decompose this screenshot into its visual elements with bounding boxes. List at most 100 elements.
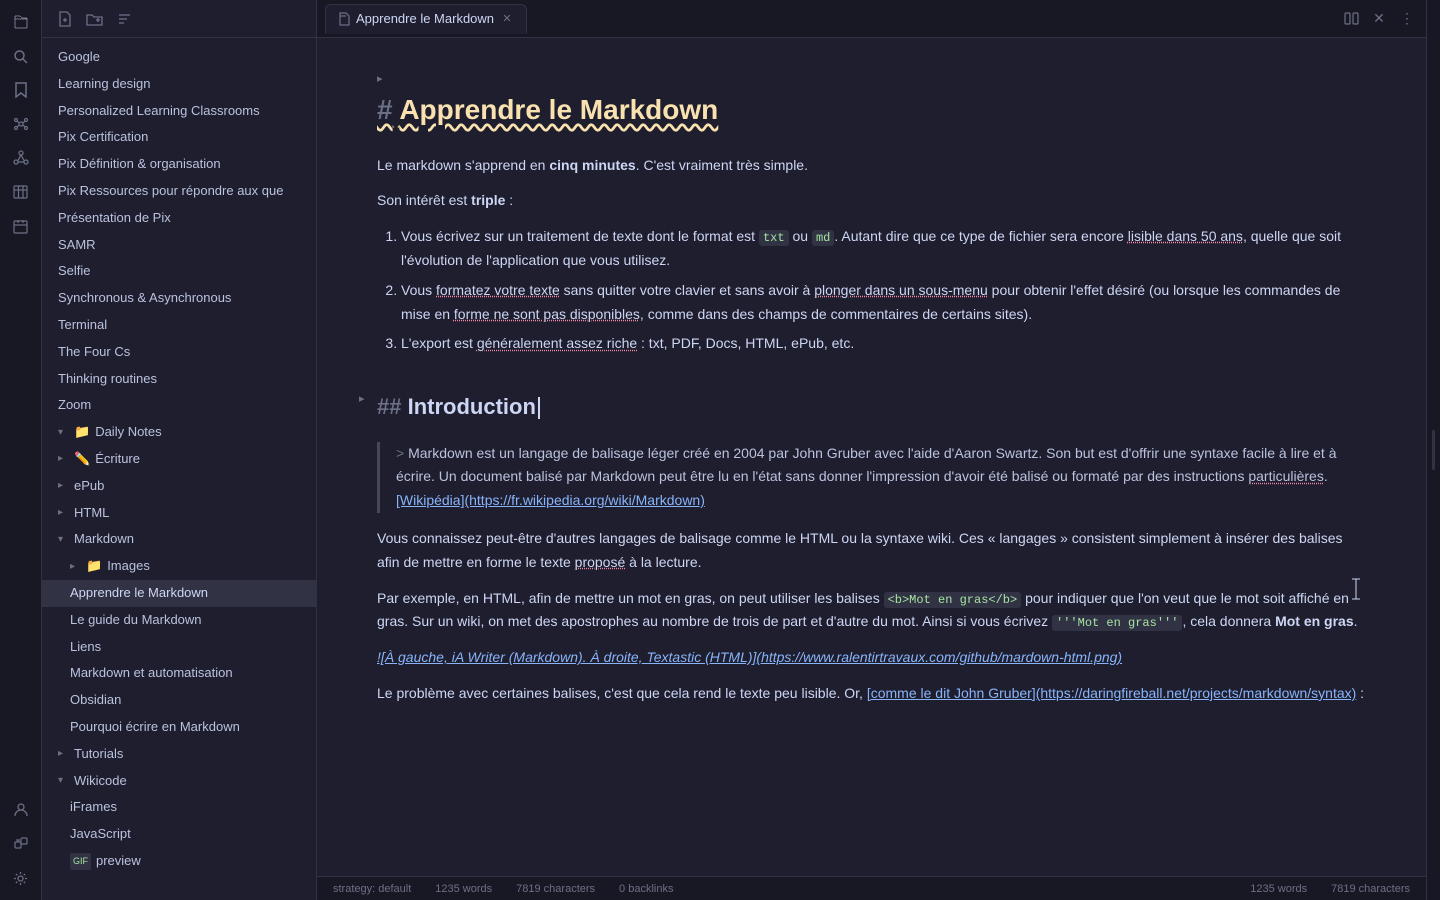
sidebar-item-wikicode[interactable]: ▾ Wikicode xyxy=(42,768,316,795)
list-item: Vous écrivez sur un traitement de texte … xyxy=(401,225,1366,273)
sidebar-item-pix-definition[interactable]: Pix Définition & organisation xyxy=(42,151,316,178)
settings-icon[interactable] xyxy=(7,864,35,892)
plugin-icon[interactable] xyxy=(7,830,35,858)
feature-list: Vous écrivez sur un traitement de texte … xyxy=(401,225,1366,356)
close-button[interactable]: ✕ xyxy=(1368,8,1390,30)
h1-prefix: # xyxy=(377,94,393,125)
sidebar-item-apprendre-markdown[interactable]: Apprendre le Markdown xyxy=(42,580,316,607)
h2-section: ▸ ## Introduction xyxy=(377,388,1366,425)
cursor-bar xyxy=(1364,577,1366,601)
chevron-right-icon: ▸ xyxy=(58,746,70,762)
sidebar-item-ecriture[interactable]: ▸ ✏️ Écriture xyxy=(42,446,316,473)
table-icon[interactable] xyxy=(7,178,35,206)
more-options-button[interactable]: ⋮ xyxy=(1396,8,1418,30)
pen-icon: ✏️ xyxy=(74,449,90,470)
underline-text-4: forme ne sont pas disponibles xyxy=(454,306,640,322)
chevron-right-icon: ▸ xyxy=(58,505,70,521)
status-words2: 1235 words xyxy=(1250,883,1307,895)
underline-text-2: formatez votre texte xyxy=(436,282,560,298)
person-icon[interactable] xyxy=(7,796,35,824)
calendar-icon[interactable] xyxy=(7,212,35,240)
new-note-button[interactable] xyxy=(54,9,74,29)
sidebar-item-pix-certification[interactable]: Pix Certification xyxy=(42,124,316,151)
intro-bold: cinq minutes xyxy=(549,157,635,173)
search-icon[interactable] xyxy=(7,42,35,70)
sort-button[interactable] xyxy=(114,9,134,29)
sidebar-item-obsidian[interactable]: Obsidian xyxy=(42,687,316,714)
sidebar-item-markdown-automatisation[interactable]: Markdown et automatisation xyxy=(42,660,316,687)
intro-p2-after: : xyxy=(505,192,513,208)
connections-icon[interactable] xyxy=(7,144,35,172)
sidebar-item-learning-design[interactable]: Learning design xyxy=(42,71,316,98)
gruber-link[interactable]: [comme le dit John Gruber](https://darin… xyxy=(867,685,1356,701)
underline-particulieres: particulières xyxy=(1248,468,1323,484)
editor[interactable]: # Apprendre le Markdown Le markdown s'ap… xyxy=(317,38,1426,876)
tab-close-button[interactable]: ✕ xyxy=(500,12,514,26)
gif-badge: GIF xyxy=(70,853,91,869)
intro-p2-before: Son intérêt est xyxy=(377,192,471,208)
para-exemple: Par exemple, en HTML, afin de mettre un … xyxy=(377,587,1366,635)
para-langages: Vous connaissez peut-être d'autres langa… xyxy=(377,527,1366,575)
sidebar-item-thinking-routines[interactable]: Thinking routines xyxy=(42,366,316,393)
intro-paragraph-2: Son intérêt est triple : xyxy=(377,189,1366,213)
handle-line xyxy=(1432,430,1435,470)
code-md: md xyxy=(812,230,834,246)
sidebar-item-personalized[interactable]: Personalized Learning Classrooms xyxy=(42,98,316,125)
image-link[interactable]: ![À gauche, iA Writer (Markdown). À droi… xyxy=(377,649,1122,665)
chevron-down-icon: ▾ xyxy=(58,425,70,441)
sidebar-item-liens[interactable]: Liens xyxy=(42,634,316,661)
underline-text: lisible dans 50 ans xyxy=(1128,228,1243,244)
chevron-down-icon: ▾ xyxy=(58,773,70,789)
right-handle xyxy=(1426,0,1440,900)
h2-prefix: ## xyxy=(377,394,408,419)
tab-bar: Apprendre le Markdown ✕ ✕ ⋮ xyxy=(317,0,1426,38)
sidebar-item-html[interactable]: ▸ HTML xyxy=(42,500,316,527)
reading-view-button[interactable] xyxy=(1340,8,1362,30)
sidebar-item-javascript[interactable]: JavaScript xyxy=(42,821,316,848)
tab-label: Apprendre le Markdown xyxy=(356,11,494,26)
sidebar: Google Learning design Personalized Lear… xyxy=(42,0,317,900)
sidebar-item-google[interactable]: Google xyxy=(42,44,316,71)
sidebar-toolbar xyxy=(42,0,316,38)
sidebar-item-presentation[interactable]: Présentation de Pix xyxy=(42,205,316,232)
sidebar-item-markdown[interactable]: ▾ Markdown xyxy=(42,526,316,553)
sidebar-item-pix-ressources[interactable]: Pix Ressources pour répondre aux que xyxy=(42,178,316,205)
para-caption: ![À gauche, iA Writer (Markdown). À droi… xyxy=(377,646,1366,670)
sidebar-item-guide-markdown[interactable]: Le guide du Markdown xyxy=(42,607,316,634)
sidebar-item-gif-preview[interactable]: GIF preview xyxy=(42,848,316,875)
sidebar-item-daily-notes[interactable]: ▾ 📁 Daily Notes xyxy=(42,419,316,446)
status-words1: 1235 words xyxy=(435,883,492,895)
sidebar-item-selfie[interactable]: Selfie xyxy=(42,258,316,285)
intro-text-after: . C'est vraiment très simple. xyxy=(636,157,808,173)
tab-apprendre-markdown[interactable]: Apprendre le Markdown ✕ xyxy=(325,4,527,34)
graph-icon[interactable] xyxy=(7,110,35,138)
sidebar-item-four-cs[interactable]: The Four Cs xyxy=(42,339,316,366)
list-item: Vous formatez votre texte sans quitter v… xyxy=(401,279,1366,327)
h2-introduction: ## Introduction xyxy=(377,388,1366,425)
sidebar-list: Google Learning design Personalized Lear… xyxy=(42,38,316,900)
code-txt: txt xyxy=(759,230,789,246)
status-backlinks: 0 backlinks xyxy=(619,883,673,895)
sidebar-item-tutorials[interactable]: ▸ Tutorials xyxy=(42,741,316,768)
sidebar-item-zoom[interactable]: Zoom xyxy=(42,392,316,419)
sidebar-item-samr[interactable]: SAMR xyxy=(42,232,316,259)
folder-icon: 📁 xyxy=(86,556,102,577)
wikipedia-link[interactable]: [Wikipédia](https://fr.wikipedia.org/wik… xyxy=(396,492,705,508)
new-folder-button[interactable] xyxy=(84,9,104,29)
h2-text: Introduction xyxy=(408,394,536,419)
main-area: Apprendre le Markdown ✕ ✕ ⋮ # Apprendre … xyxy=(317,0,1426,900)
sidebar-item-terminal[interactable]: Terminal xyxy=(42,312,316,339)
h1-text: Apprendre le Markdown xyxy=(399,94,718,125)
sidebar-item-pourquoi-markdown[interactable]: Pourquoi écrire en Markdown xyxy=(42,714,316,741)
code-bold-wiki: '''Mot en gras''' xyxy=(1052,615,1182,631)
sidebar-item-iframes[interactable]: iFrames xyxy=(42,794,316,821)
status-chars2: 7819 characters xyxy=(1331,883,1410,895)
bookmarks-icon[interactable] xyxy=(7,76,35,104)
sidebar-item-epub[interactable]: ▸ ePub xyxy=(42,473,316,500)
files-icon[interactable] xyxy=(7,8,35,36)
underline-text-3: plonger dans un sous-menu xyxy=(814,282,988,298)
chevron-right-icon: ▸ xyxy=(70,559,82,575)
sidebar-item-images[interactable]: ▸ 📁 Images xyxy=(42,553,316,580)
sidebar-item-synchronous[interactable]: Synchronous & Asynchronous xyxy=(42,285,316,312)
status-strategy: strategy: default xyxy=(333,883,411,895)
